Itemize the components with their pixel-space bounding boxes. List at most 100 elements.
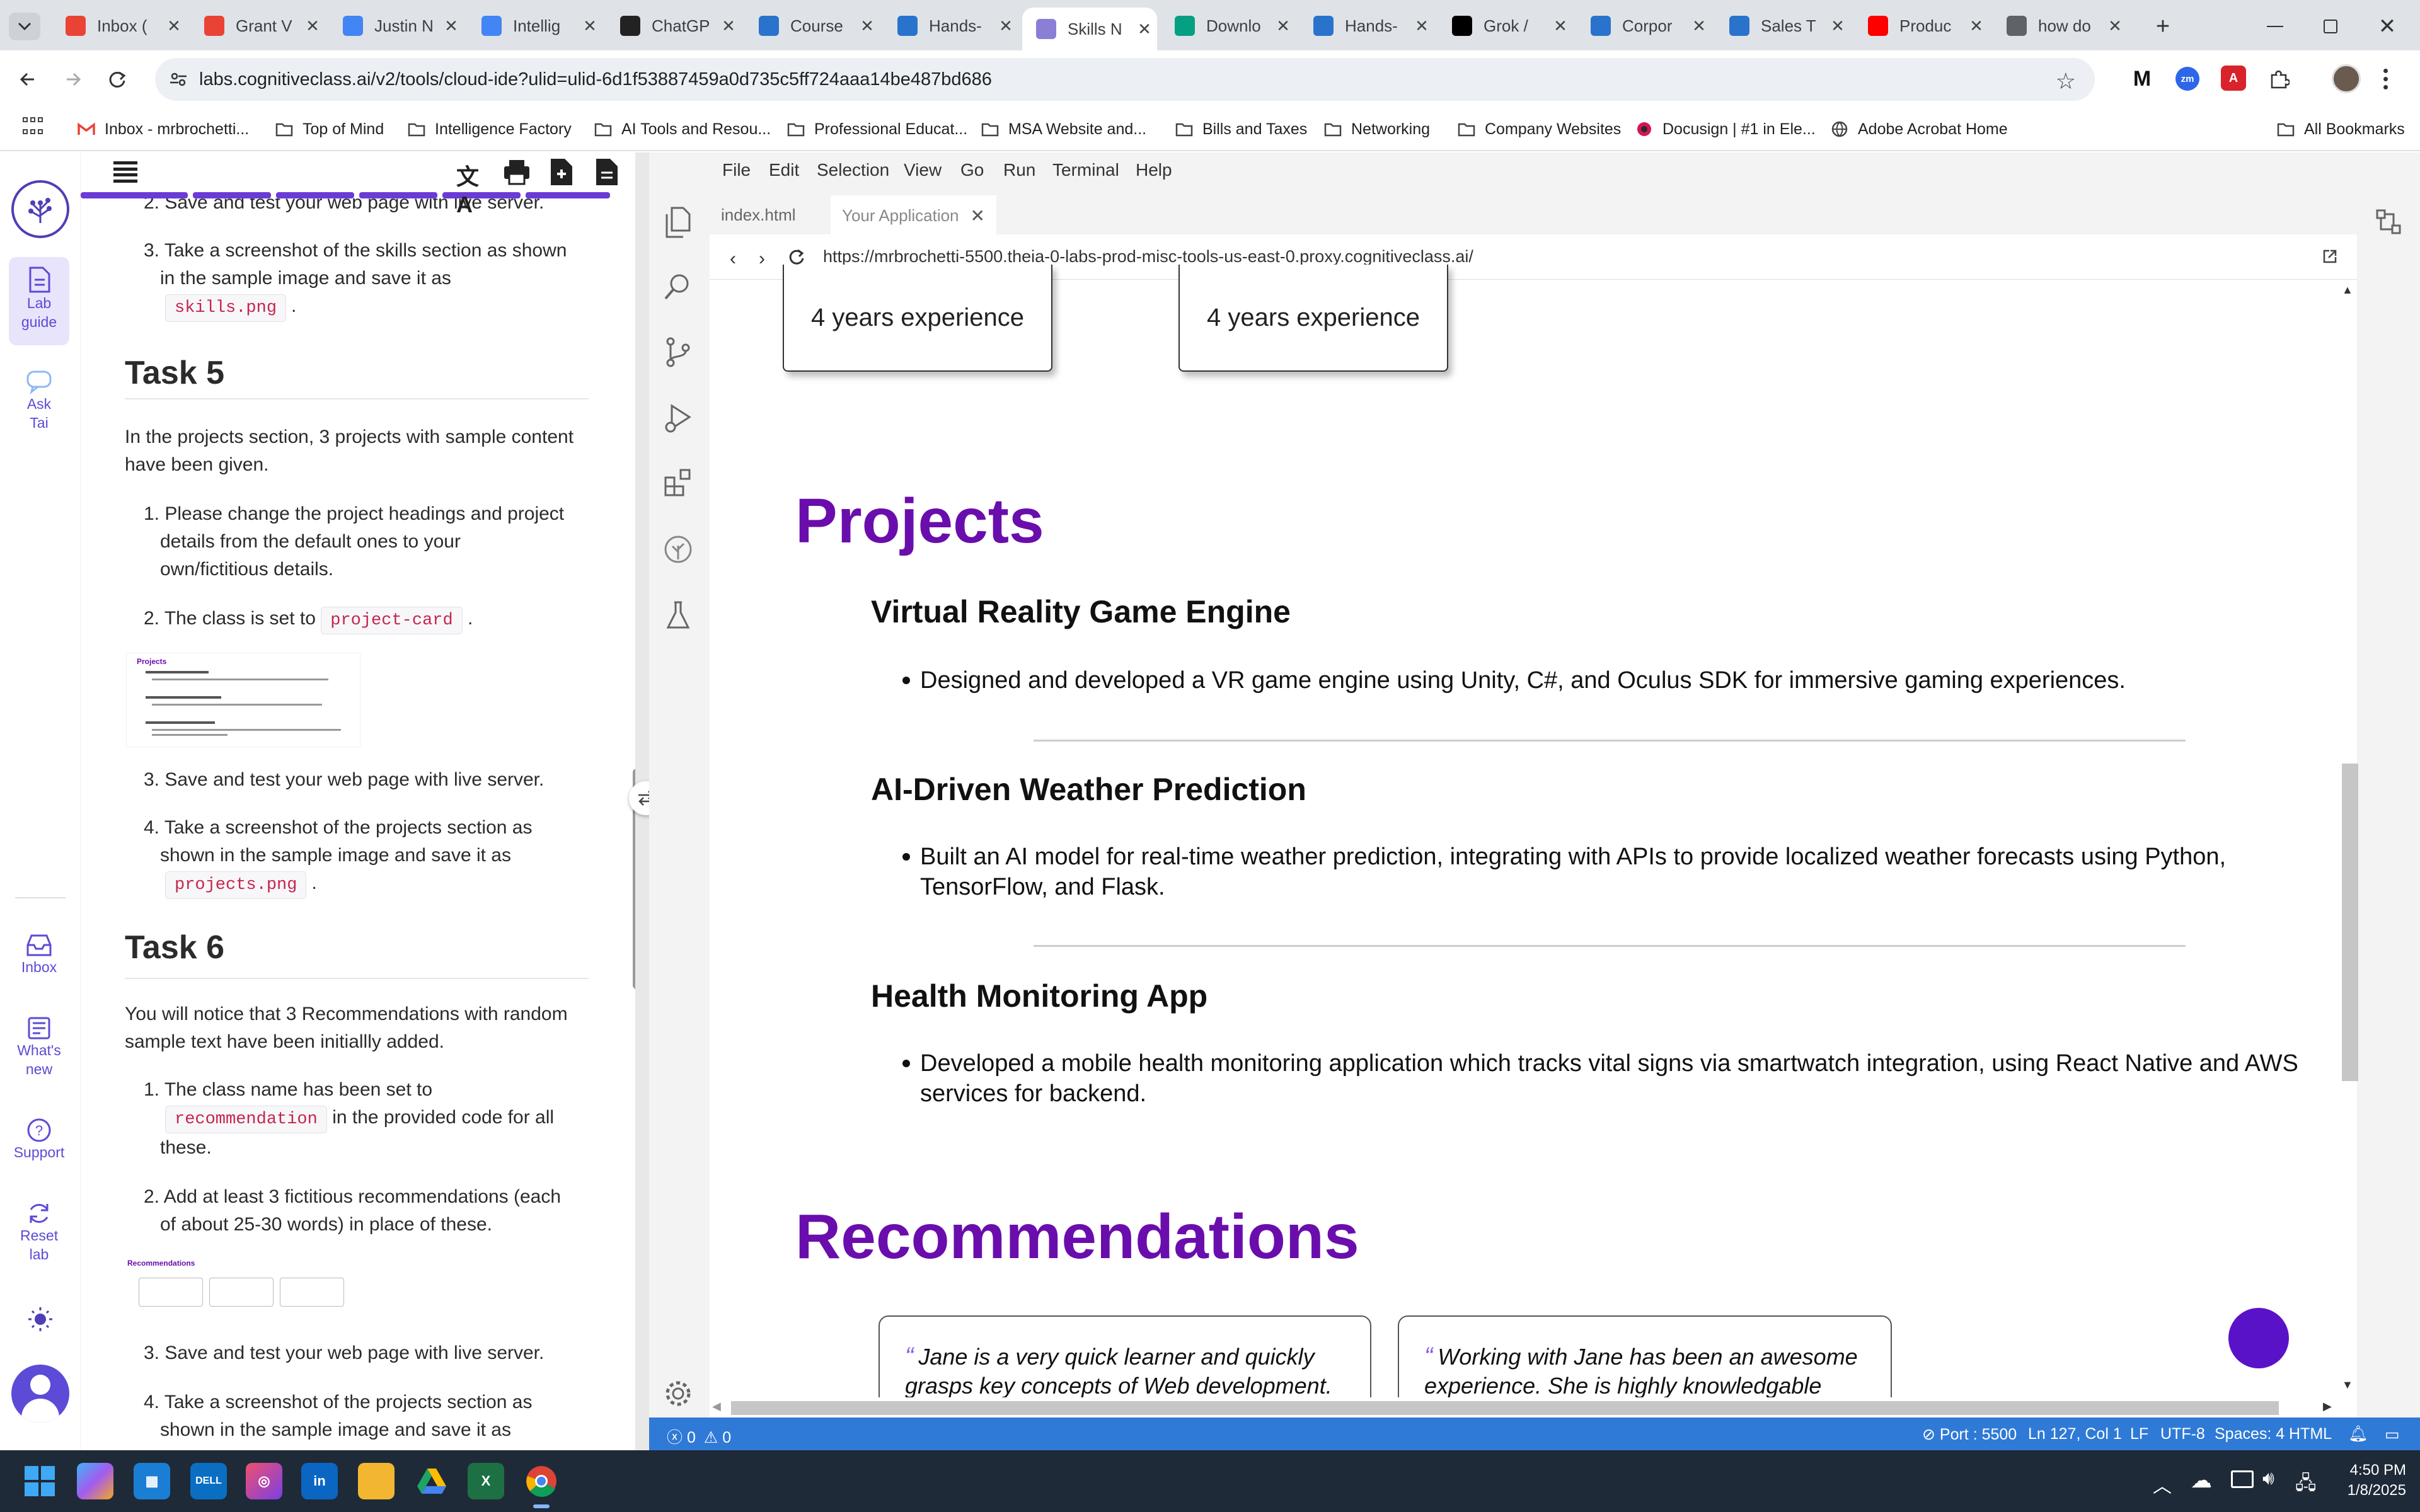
close-tab-icon[interactable]: ✕ — [971, 205, 985, 226]
indentation-indicator[interactable]: Spaces: 4 — [2215, 1425, 2285, 1443]
bookmark-item[interactable]: Top of Mind — [275, 113, 384, 145]
close-tab-icon[interactable]: ✕ — [161, 16, 187, 36]
close-tab-icon[interactable]: ✕ — [1964, 16, 1989, 36]
reload-button[interactable] — [100, 62, 135, 97]
taskbar-clock[interactable]: 4:50 PM 1/8/2025 — [2337, 1460, 2406, 1501]
testing-flask-icon[interactable] — [663, 600, 694, 631]
open-external-icon[interactable] — [2322, 248, 2341, 267]
problems-indicator[interactable]: ⓧ 0 ⚠ 0 — [667, 1425, 731, 1448]
close-tab-icon[interactable]: ✕ — [1132, 20, 1157, 39]
preview-url[interactable]: https://mrbrochetti-5500.theia-0-labs-pr… — [823, 247, 1473, 266]
inbox-button[interactable]: Inbox — [9, 932, 69, 976]
forward-button[interactable] — [55, 62, 91, 97]
notifications-bell-icon[interactable]: 🔔︎ — [2348, 1425, 2368, 1443]
store-icon[interactable]: ▦ — [134, 1463, 170, 1499]
close-tab-icon[interactable]: ✕ — [300, 16, 325, 36]
browser-tab[interactable]: Justin N ✕ — [329, 8, 464, 44]
start-windows-icon[interactable] — [21, 1463, 58, 1499]
reset-lab-button[interactable]: Reset lab — [9, 1201, 69, 1264]
all-bookmarks-button[interactable]: All Bookmarks — [2276, 113, 2405, 145]
menu-item-view[interactable]: View — [904, 160, 942, 180]
menu-item-file[interactable]: File — [722, 160, 751, 180]
cursor-position[interactable]: Ln 127, Col 1 — [2028, 1425, 2122, 1443]
eol-indicator[interactable]: LF — [2130, 1425, 2148, 1443]
settings-gear-icon[interactable] — [663, 1378, 694, 1410]
bookmark-star-icon[interactable]: ☆ — [2056, 68, 2076, 94]
close-tab-icon[interactable]: ✕ — [2102, 16, 2128, 36]
floating-action-button[interactable] — [2228, 1308, 2289, 1368]
explorer-icon[interactable] — [663, 207, 694, 238]
tab-your-application[interactable]: Your Application ✕ — [831, 195, 996, 234]
browser-tab[interactable]: Corpor ✕ — [1577, 8, 1712, 44]
lab-guide-button[interactable]: Lab guide — [9, 257, 69, 345]
projects-sample-image[interactable]: Projects — [126, 653, 360, 747]
preview-horizontal-scrollbar[interactable]: ◀ ▶ — [710, 1397, 2342, 1416]
extensions-icon[interactable] — [663, 467, 694, 499]
bookmark-item[interactable]: AI Tools and Resou... — [594, 113, 771, 145]
menu-item-help[interactable]: Help — [1136, 160, 1172, 180]
outline-icon[interactable] — [2375, 208, 2404, 237]
bookmark-item[interactable]: Docusign | #1 in Ele... — [1635, 113, 1816, 145]
bookmark-item[interactable]: Bills and Taxes — [1175, 113, 1307, 145]
user-avatar[interactable] — [11, 1365, 69, 1423]
menu-item-terminal[interactable]: Terminal — [1052, 160, 1119, 180]
onedrive-cloud-icon[interactable]: ☁ — [2191, 1468, 2212, 1493]
close-tab-icon[interactable]: ✕ — [1825, 16, 1850, 36]
menu-item-go[interactable]: Go — [960, 160, 984, 180]
menu-item-edit[interactable]: Edit — [769, 160, 799, 180]
apps-grid-icon[interactable] — [23, 117, 44, 139]
port-indicator[interactable]: ⊘ Port : 5500 — [1922, 1425, 2017, 1444]
profile-avatar[interactable] — [2332, 64, 2361, 93]
network-icon[interactable]: 🖧︎ — [2295, 1469, 2316, 1501]
recommendations-sample-image[interactable]: Recommendations — [126, 1257, 350, 1309]
close-tab-icon[interactable]: ✕ — [1686, 16, 1712, 36]
volume-icon[interactable]: 🔊︎ — [2262, 1468, 2274, 1489]
bookmark-item[interactable]: Networking — [1323, 113, 1430, 145]
translate-icon[interactable]: 文A — [456, 159, 485, 217]
run-debug-icon[interactable] — [663, 402, 694, 433]
site-info-icon[interactable] — [168, 69, 189, 89]
tab-index-html[interactable]: index.html — [710, 195, 807, 234]
source-control-icon[interactable] — [663, 336, 694, 368]
close-tab-icon[interactable]: ✕ — [577, 16, 602, 36]
back-button[interactable] — [10, 62, 45, 97]
close-tab-icon[interactable]: ✕ — [1409, 16, 1434, 36]
browser-menu-icon[interactable] — [2376, 63, 2395, 94]
copilot-icon[interactable] — [77, 1463, 113, 1499]
language-indicator[interactable]: HTML — [2289, 1425, 2332, 1443]
extensions-puzzle-icon[interactable] — [2266, 66, 2291, 91]
browser-tab[interactable]: Hands- ✕ — [884, 8, 1018, 44]
print-icon[interactable] — [503, 159, 532, 186]
ask-tai-button[interactable]: Ask Tai — [9, 369, 69, 432]
bookmark-item[interactable]: Company Websites — [1457, 113, 1621, 145]
search-icon[interactable] — [663, 271, 694, 302]
browser-tab[interactable]: how do ✕ — [1993, 8, 2128, 44]
chrome-icon[interactable] — [523, 1463, 560, 1499]
extension-acrobat-icon[interactable]: A — [2221, 66, 2246, 91]
minimize-button[interactable] — [2261, 13, 2289, 40]
encoding-indicator[interactable]: UTF-8 — [2160, 1425, 2205, 1443]
new-tab-button[interactable]: + — [2149, 13, 2177, 40]
linkedin-icon[interactable]: in — [301, 1463, 338, 1499]
browser-tab[interactable]: Course ✕ — [745, 8, 880, 44]
browser-tab[interactable]: Sales T ✕ — [1715, 8, 1850, 44]
document-icon[interactable] — [595, 158, 620, 186]
browser-tab[interactable]: Intellig ✕ — [468, 8, 602, 44]
close-tab-icon[interactable]: ✕ — [993, 16, 1018, 36]
bookmark-item[interactable]: Professional Educat... — [786, 113, 967, 145]
extension-zoom-icon[interactable]: zm — [2175, 67, 2199, 91]
google-drive-icon[interactable] — [413, 1463, 450, 1499]
new-document-icon[interactable] — [550, 158, 575, 186]
bookmark-item[interactable]: Adobe Acrobat Home — [1830, 113, 2008, 145]
file-explorer-icon[interactable] — [358, 1463, 395, 1499]
browser-tab[interactable]: Inbox (✕ — [52, 8, 187, 44]
whats-new-button[interactable]: What's new — [9, 1016, 69, 1079]
support-button[interactable]: ? Support — [9, 1118, 69, 1162]
preview-forward-icon[interactable]: › — [759, 248, 765, 270]
browser-tab[interactable]: Skills N ✕ — [1022, 8, 1157, 50]
extension-m-icon[interactable]: M — [2128, 64, 2157, 93]
excel-icon[interactable]: X — [468, 1463, 504, 1499]
bookmark-item[interactable]: Intelligence Factory — [407, 113, 572, 145]
close-tab-icon[interactable]: ✕ — [1270, 16, 1296, 36]
browser-tab[interactable]: ChatGP ✕ — [606, 8, 741, 44]
